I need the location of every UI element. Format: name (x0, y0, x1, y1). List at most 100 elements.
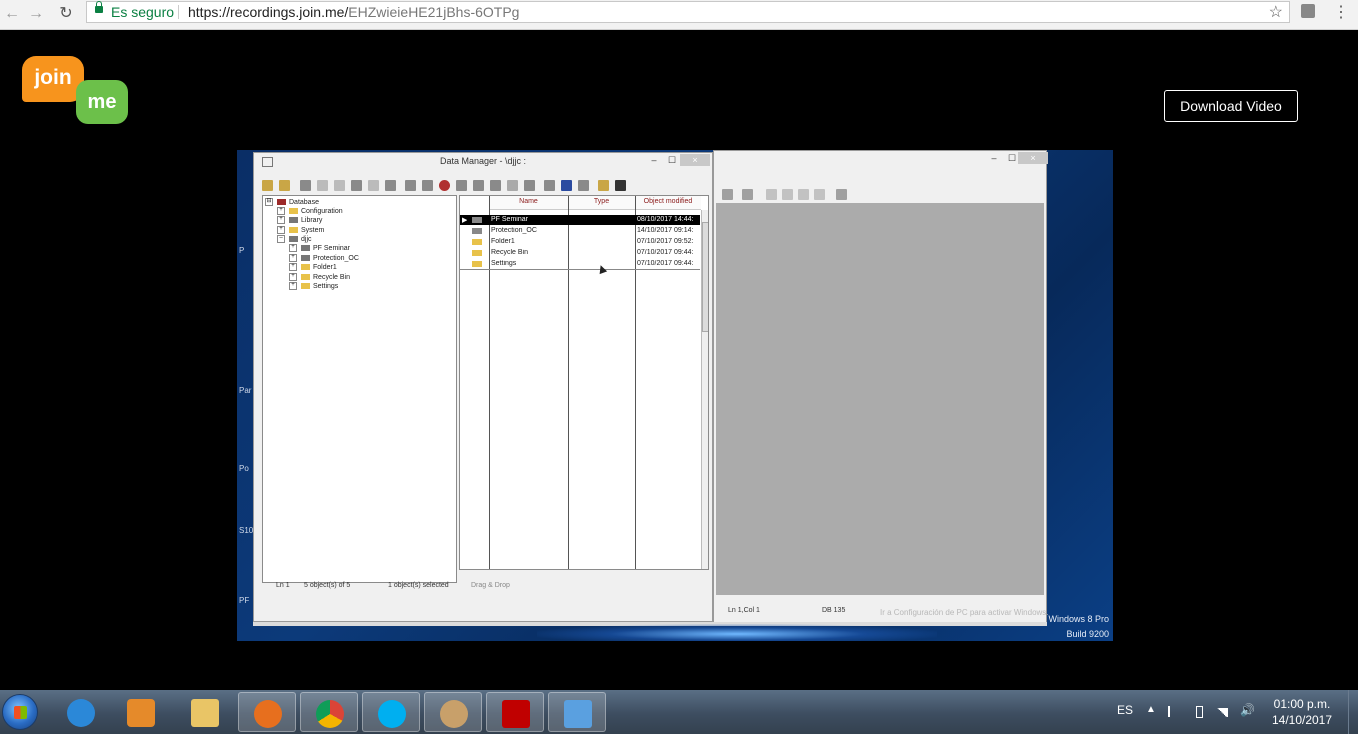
column-header-modified[interactable]: Object modified (635, 196, 701, 210)
list-row[interactable]: Recycle Bin 07/10/2017 09:44: (460, 248, 700, 258)
joinme-logo-join[interactable]: join (22, 56, 84, 102)
object-list[interactable]: Name Type Object modified ▶ PF Seminar 0… (459, 195, 709, 570)
settings-icon[interactable] (422, 180, 433, 191)
print-icon[interactable] (385, 180, 396, 191)
expand-icon[interactable]: + (277, 216, 285, 225)
column-header-name[interactable]: Name (489, 196, 568, 210)
url-text[interactable]: https://recordings.join.me/EHZwieieHE21j… (188, 4, 519, 20)
function-icon[interactable] (473, 180, 484, 191)
language-indicator[interactable]: ES (1117, 703, 1133, 717)
new-folder-icon[interactable] (279, 180, 290, 191)
play-icon[interactable] (766, 189, 777, 200)
tree-node[interactable]: – djjc (277, 235, 312, 244)
taskbar-ie[interactable] (52, 692, 110, 732)
list-row[interactable]: Folder1 07/10/2017 09:52: (460, 237, 700, 247)
compare-icon[interactable] (507, 180, 518, 191)
collapse-icon[interactable]: – (277, 235, 285, 244)
column-header-type[interactable]: Type (568, 196, 635, 210)
network-icon[interactable] (1216, 708, 1228, 717)
database-tree[interactable]: ⊟ Database + Configuration + Library + Syste… (262, 195, 457, 583)
expand-icon[interactable]: + (289, 263, 297, 272)
block-icon[interactable] (439, 180, 450, 191)
font-icon[interactable] (561, 180, 572, 191)
tree-node[interactable]: + Library (277, 216, 322, 225)
taskbar-paint[interactable] (424, 692, 482, 732)
import-icon[interactable] (524, 180, 535, 191)
tray-overflow-icon[interactable]: ▲ (1146, 704, 1156, 715)
copy-icon[interactable] (351, 180, 362, 191)
tree-node[interactable]: + PF Seminar (289, 244, 350, 253)
recording-video[interactable]: P Par Po S10 PF Data Manager - \djjc : –… (237, 150, 1113, 641)
expand-icon[interactable]: + (277, 226, 285, 235)
tree-node[interactable]: + System (277, 226, 324, 235)
joinme-logo-me[interactable]: me (76, 80, 128, 124)
action-center-flag-icon[interactable] (1168, 706, 1182, 717)
address-bar[interactable]: Es seguro https://recordings.join.me/EHZ… (86, 1, 1290, 23)
expand-icon[interactable]: + (289, 244, 297, 253)
taskbar-skype[interactable] (362, 692, 420, 732)
minimize-button[interactable]: – (648, 155, 660, 165)
volume-icon[interactable]: 🔊 (1240, 703, 1255, 717)
taskbar-acrobat[interactable] (486, 692, 544, 732)
stop-icon[interactable] (814, 189, 825, 200)
cut-icon[interactable] (334, 180, 345, 191)
tree-node[interactable]: + Folder1 (289, 263, 337, 272)
step-icon[interactable] (782, 189, 793, 200)
start-button[interactable] (2, 694, 38, 730)
chart-icon[interactable] (742, 189, 753, 200)
reload-icon[interactable]: ↻ (56, 4, 76, 24)
list-row[interactable]: Settings 07/10/2017 09:44: (460, 259, 700, 269)
tree-node[interactable]: + Configuration (277, 207, 343, 216)
taskbar-file-explorer[interactable] (176, 692, 234, 732)
options-icon[interactable] (836, 189, 847, 200)
binoculars-icon[interactable] (544, 180, 555, 191)
tool-icon[interactable] (456, 180, 467, 191)
expand-icon[interactable]: + (289, 282, 297, 291)
forward-icon[interactable]: → (26, 4, 46, 24)
collapse-icon[interactable]: ⊟ (265, 198, 273, 207)
minimize-button[interactable]: – (988, 153, 1000, 163)
taskbar-clock[interactable]: 01:00 p.m. 14/10/2017 (1260, 696, 1344, 728)
taskbar-firefox[interactable] (238, 692, 296, 732)
edit-icon[interactable] (405, 180, 416, 191)
back-icon[interactable]: ← (2, 4, 22, 24)
network-icon[interactable] (490, 180, 501, 191)
taskbar-chrome[interactable] (300, 692, 358, 732)
download-video-button[interactable]: Download Video (1164, 90, 1298, 122)
paste-icon[interactable] (368, 180, 379, 191)
desktop-edge-label: Po (239, 464, 249, 473)
list-row[interactable]: ▶ PF Seminar 08/10/2017 14:44: (460, 215, 700, 225)
list-row[interactable]: Protection_OC 14/10/2017 09:14: (460, 226, 700, 236)
extension-icon[interactable] (1301, 4, 1315, 18)
maximize-button[interactable]: ☐ (1006, 153, 1018, 163)
browser-menu-icon[interactable]: ⋮ (1333, 2, 1349, 22)
bookmark-star-icon[interactable]: ☆ (1269, 2, 1283, 22)
battery-icon[interactable] (1196, 706, 1203, 718)
close-button[interactable]: × (680, 154, 710, 166)
taskbar-calculator[interactable] (548, 692, 606, 732)
expand-icon[interactable]: + (289, 254, 297, 263)
tree-node[interactable]: + Protection_OC (289, 254, 359, 263)
scrollbar-thumb[interactable] (702, 222, 708, 332)
maximize-button[interactable]: ☐ (666, 155, 678, 165)
vertical-scrollbar[interactable] (701, 210, 708, 569)
fast-forward-icon[interactable] (798, 189, 809, 200)
tree-node[interactable]: + Settings (289, 282, 338, 291)
taskbar-media-player[interactable] (112, 692, 170, 732)
tree-node[interactable]: ⊟ Database (265, 198, 319, 207)
folder-open-icon[interactable] (598, 180, 609, 191)
expand-icon[interactable]: + (277, 207, 285, 216)
close-button[interactable]: × (1018, 152, 1048, 164)
show-desktop-button[interactable] (1348, 690, 1358, 734)
editor-workspace[interactable] (716, 203, 1044, 595)
properties-icon[interactable] (300, 180, 311, 191)
editor-tool-icon[interactable] (722, 189, 733, 200)
tree-node[interactable]: + Recycle Bin (289, 273, 350, 282)
clock-time: 01:00 p.m. (1273, 697, 1331, 711)
tree-node-label: Library (301, 217, 323, 224)
open-folder-icon[interactable] (262, 180, 273, 191)
save-icon[interactable] (615, 180, 626, 191)
delete-icon[interactable] (317, 180, 328, 191)
options-icon[interactable] (578, 180, 589, 191)
expand-icon[interactable]: + (289, 273, 297, 282)
